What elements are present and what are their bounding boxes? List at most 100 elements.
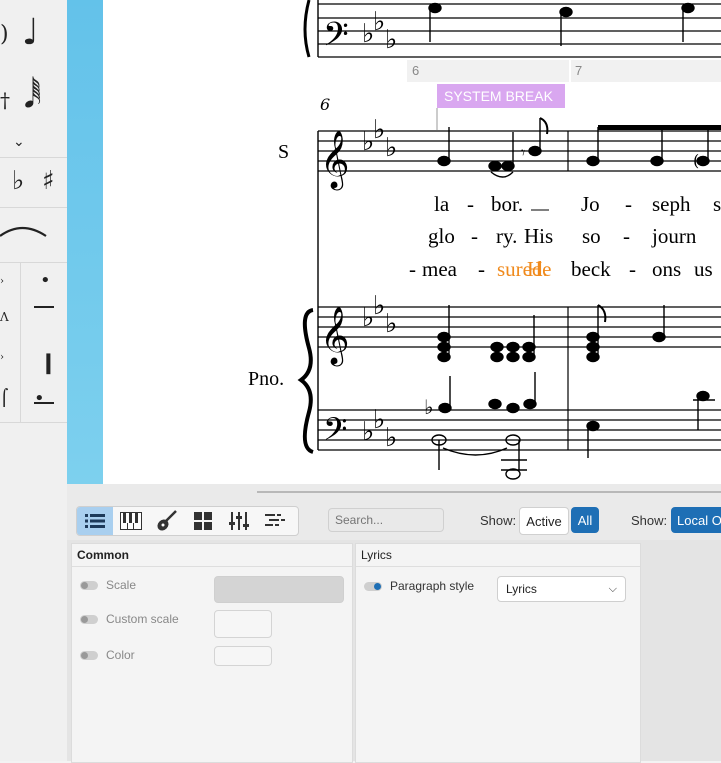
svg-text:♭: ♭ — [373, 405, 385, 435]
show-label-1: Show: — [480, 513, 517, 528]
sixty-fourth-note-icon[interactable]: 𝅘𝅥𝅲 — [24, 76, 41, 116]
svg-text:bor.: bor. — [491, 192, 523, 216]
svg-text:s: s — [713, 192, 721, 216]
guitar-icon[interactable] — [149, 507, 185, 535]
piano-brace — [297, 308, 314, 454]
svg-text:♭: ♭ — [385, 309, 397, 339]
lyrics-panel-title: Lyrics — [356, 544, 640, 567]
paragraph-style-label: Paragraph style — [390, 579, 475, 593]
custom-scale-row: Custom scale — [80, 612, 179, 626]
scale-toggle[interactable] — [80, 580, 98, 590]
search-input[interactable] — [328, 508, 444, 532]
svg-text:seph: seph — [652, 192, 691, 216]
svg-text:♭: ♭ — [373, 7, 385, 37]
bass-flat-accidental-icon: ♭ — [424, 395, 433, 419]
svg-text:ry.: ry. — [496, 224, 517, 248]
color-toggle[interactable] — [80, 650, 98, 660]
measure-band-7[interactable] — [571, 60, 721, 82]
note-fragment-icon: † — [0, 88, 10, 112]
scale-row: Scale — [80, 578, 136, 592]
score-margin — [67, 0, 103, 484]
slur-icon[interactable] — [0, 222, 50, 242]
piano-bass-key-signature: ♭♭♭ — [362, 405, 397, 453]
color-row: Color — [80, 648, 135, 662]
lyrics-line-2[interactable]: glo - ry. His so - journ — [428, 224, 697, 248]
measure-number-7: 7 — [575, 63, 582, 78]
svg-text:♭: ♭ — [373, 115, 385, 145]
chevron-down-icon: ⌵ — [608, 583, 617, 595]
svg-text:♭: ♭ — [373, 291, 385, 321]
scale-label: Scale — [106, 578, 137, 592]
svg-text:♭: ♭ — [385, 423, 397, 453]
measure-band-6[interactable] — [407, 60, 569, 82]
scale-field[interactable] — [214, 576, 344, 603]
marcato-fragment-icon: › — [0, 352, 4, 363]
score-canvas[interactable]: 𝄢 ♭♭♭ 6 7 SYSTEM BREAK 6 S Pno. 𝄞 ♭♭♭ 𝄾 — [103, 0, 721, 484]
properties-panels: Common Scale Custom scale Color Lyrics P… — [67, 540, 721, 763]
parenthesis-mark: ( — [693, 151, 699, 170]
portato-line — [34, 402, 54, 404]
svg-text:-: - — [629, 257, 636, 281]
grid-icon[interactable] — [185, 507, 221, 535]
svg-text:♭: ♭ — [385, 25, 397, 55]
custom-scale-toggle[interactable] — [80, 614, 98, 624]
measure-number-6: 6 — [412, 63, 419, 78]
tenuto-icon[interactable] — [34, 306, 54, 308]
svg-text:glo: glo — [428, 224, 455, 248]
svg-text:la: la — [434, 192, 450, 216]
prev-key-signature: ♭♭♭ — [362, 7, 397, 55]
svg-text:so: so — [582, 224, 601, 248]
mixer-icon[interactable] — [221, 507, 257, 535]
sharp-icon[interactable]: ♯ — [42, 166, 55, 196]
treble-clef-icon: 𝄞 — [320, 130, 350, 191]
score-page[interactable]: 𝄢 ♭ ♭ ♭ 6 7 SYSTEM BREAK 6 S Pno. 𝄞 ♭ ♭ ♭ 𝄾 — [103, 0, 721, 484]
svg-text:♭: ♭ — [385, 133, 397, 163]
svg-text:His: His — [524, 224, 553, 248]
svg-text:mea: mea — [422, 257, 458, 281]
panel-splitter[interactable] — [257, 491, 721, 493]
lyrics-line-1[interactable]: la - bor. Jo - seph s — [434, 192, 721, 216]
paragraph-style-value: Lyrics — [506, 582, 537, 596]
system-measure-number: 6 — [320, 95, 330, 114]
show-label-2: Show: — [631, 513, 668, 528]
soprano-key-signature: ♭♭♭ — [362, 115, 397, 163]
instrument-label-soprano: S — [278, 141, 289, 163]
piano-icon[interactable] — [113, 507, 149, 535]
quarter-note-icon[interactable]: ♩ — [22, 12, 39, 53]
show-active-button[interactable]: Active — [519, 507, 569, 535]
paragraph-style-select[interactable]: Lyrics ⌵ — [497, 576, 626, 602]
color-field[interactable] — [214, 646, 272, 666]
portato-icon[interactable]: • — [34, 388, 45, 409]
list-icon[interactable] — [77, 507, 113, 535]
svg-text:journ: journ — [651, 224, 697, 248]
instrument-label-piano: Pno. — [248, 368, 284, 390]
lyrics-line-3[interactable]: - mea - sured. He beck - ons us — [409, 257, 713, 281]
piano-treble-clef-icon: 𝄞 — [320, 306, 350, 367]
piano-notes — [431, 304, 715, 480]
fermata-fragment-icon: ⌠ — [0, 388, 9, 407]
staccato-icon[interactable]: • — [40, 270, 51, 291]
common-panel: Common Scale Custom scale Color — [71, 543, 353, 763]
properties-toolbar: Show: Active All Show: Local O — [67, 502, 721, 540]
custom-scale-field[interactable] — [214, 610, 272, 638]
paragraph-style-toggle[interactable] — [364, 581, 382, 591]
common-panel-title: Common — [72, 544, 352, 567]
notation-palette: ♩ ) 𝅘𝅥𝅲 † ⌄ ♭ ♯ • ❙ • › Λ › ⌠ — [0, 0, 68, 761]
staccatissimo-icon[interactable]: ❙ — [40, 350, 57, 374]
soprano-notes: 𝄾 — [437, 117, 721, 178]
lyrics-panel: Lyrics Paragraph style Lyrics ⌵ — [355, 543, 641, 763]
lyric-highlighted-he: He — [527, 257, 552, 281]
svg-text:-: - — [471, 224, 478, 248]
show-all-button[interactable]: All — [571, 507, 599, 533]
flat-icon[interactable]: ♭ — [12, 166, 24, 196]
outline-icon[interactable] — [257, 507, 293, 535]
svg-text:beck: beck — [571, 257, 611, 281]
articulation-fragment-icon: › — [0, 276, 4, 287]
svg-text:-: - — [623, 224, 630, 248]
chevron-down-icon[interactable]: ⌄ — [13, 134, 25, 150]
show-local-button[interactable]: Local O — [671, 507, 721, 533]
svg-text:us: us — [694, 257, 713, 281]
piano-bass-clef-icon: 𝄢 — [323, 411, 347, 455]
svg-text:-: - — [478, 257, 485, 281]
paragraph-style-row: Paragraph style — [364, 579, 474, 593]
